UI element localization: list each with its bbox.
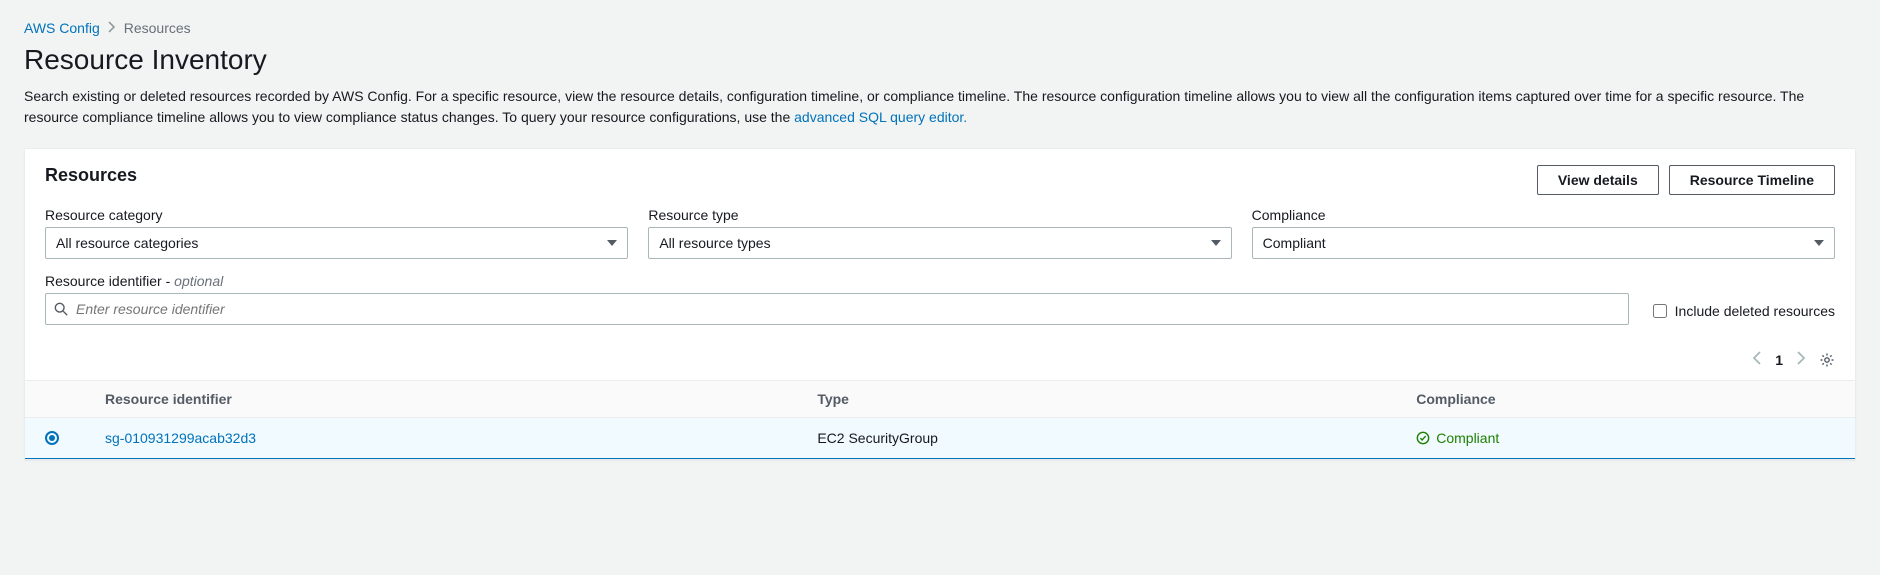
page-title: Resource Inventory: [24, 44, 1856, 76]
pager-prev[interactable]: [1753, 349, 1761, 370]
col-type: Type: [797, 381, 1396, 418]
resource-identifier-link[interactable]: sg-010931299acab32d3: [105, 430, 256, 446]
caret-down-icon: [607, 240, 617, 246]
page-description: Search existing or deleted resources rec…: [24, 86, 1856, 128]
pager-page-number: 1: [1775, 352, 1783, 368]
breadcrumb: AWS Config Resources: [24, 20, 1856, 36]
sql-editor-link[interactable]: advanced SQL query editor.: [794, 109, 967, 125]
caret-down-icon: [1211, 240, 1221, 246]
settings-button[interactable]: [1819, 352, 1835, 368]
resource-identifier-input[interactable]: [68, 301, 1620, 317]
radio-dot-icon: [49, 435, 55, 441]
resource-identifier-search[interactable]: [45, 293, 1629, 325]
resources-panel: Resources View details Resource Timeline…: [24, 148, 1856, 460]
search-icon: [54, 302, 68, 316]
col-select: [25, 381, 85, 418]
view-details-button[interactable]: View details: [1537, 165, 1659, 195]
resource-category-label: Resource category: [45, 207, 628, 223]
resource-type-select[interactable]: All resource types: [648, 227, 1231, 259]
resource-timeline-button[interactable]: Resource Timeline: [1669, 165, 1835, 195]
compliance-value: Compliant: [1263, 235, 1326, 251]
compliance-select[interactable]: Compliant: [1252, 227, 1835, 259]
compliance-status: Compliant: [1416, 430, 1835, 446]
resources-table: Resource identifier Type Compliance sg-0…: [25, 380, 1855, 459]
col-compliance: Compliance: [1396, 381, 1855, 418]
optional-hint: optional: [174, 273, 223, 289]
gear-icon: [1819, 352, 1835, 368]
include-deleted-label[interactable]: Include deleted resources: [1653, 303, 1835, 325]
resource-identifier-label: Resource identifier - optional: [45, 273, 1629, 289]
pager-next[interactable]: [1797, 349, 1805, 370]
include-deleted-checkbox[interactable]: [1653, 304, 1667, 318]
table-row[interactable]: sg-010931299acab32d3 EC2 SecurityGroup C…: [25, 418, 1855, 459]
resource-type-label: Resource type: [648, 207, 1231, 223]
breadcrumb-current: Resources: [124, 20, 191, 36]
check-circle-icon: [1416, 431, 1430, 445]
compliance-label: Compliance: [1252, 207, 1835, 223]
breadcrumb-root-link[interactable]: AWS Config: [24, 20, 100, 36]
resource-identifier-label-text: Resource identifier -: [45, 273, 174, 289]
compliance-status-text: Compliant: [1436, 430, 1499, 446]
resource-category-select[interactable]: All resource categories: [45, 227, 628, 259]
caret-down-icon: [1814, 240, 1824, 246]
resource-type-value: All resource types: [659, 235, 770, 251]
resource-category-value: All resource categories: [56, 235, 198, 251]
col-identifier: Resource identifier: [85, 381, 797, 418]
panel-title: Resources: [45, 165, 137, 186]
row-radio[interactable]: [45, 431, 59, 445]
resource-type-cell: EC2 SecurityGroup: [797, 418, 1396, 459]
chevron-right-icon: [108, 20, 116, 36]
include-deleted-text: Include deleted resources: [1675, 303, 1835, 319]
